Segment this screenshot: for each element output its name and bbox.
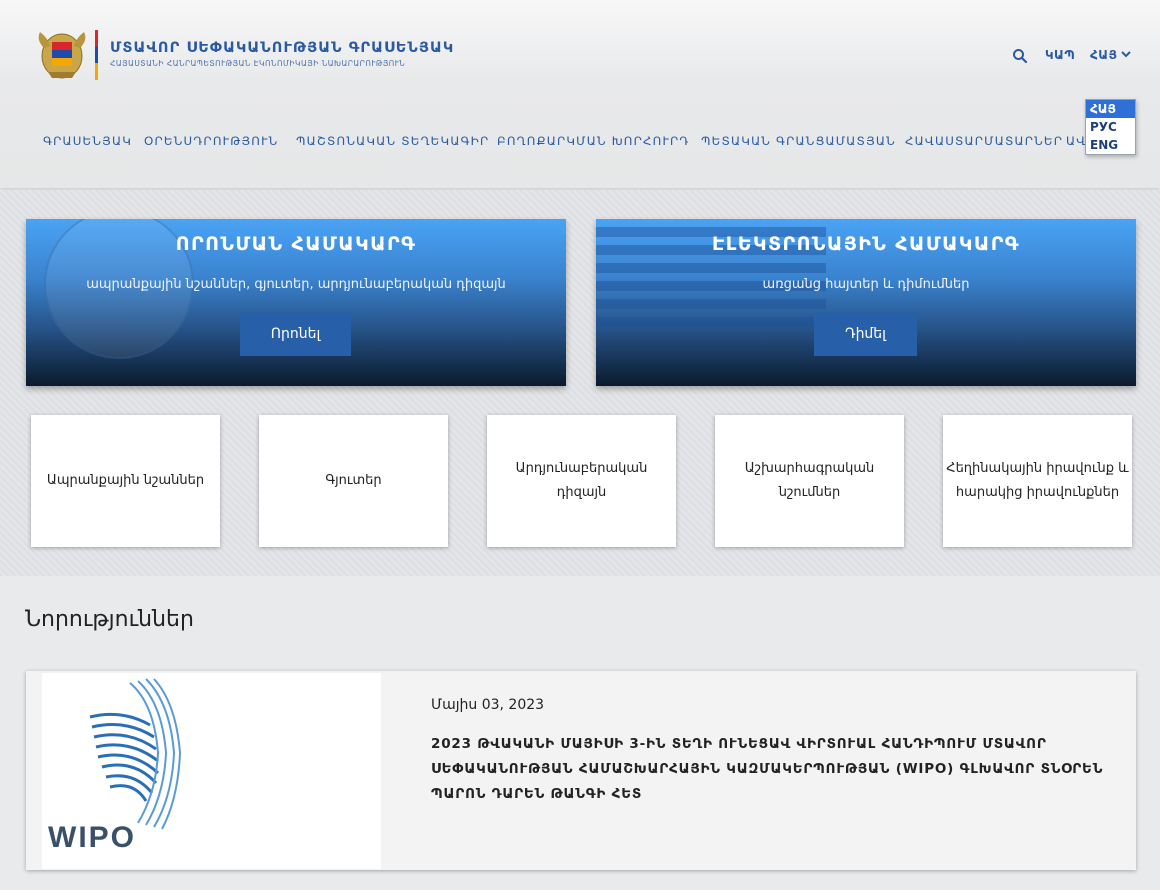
- search-system-banner: ՈՐՈՆՄԱՆ ՀԱՄԱԿԱՐԳ ապրանքային նշաններ, գյո…: [26, 219, 566, 386]
- promo-title: ՈՐՈՆՄԱՆ ՀԱՄԱԿԱՐԳ: [175, 233, 417, 255]
- nav-item-official-bulletin[interactable]: ՊԱՇՏՈՆԱԿԱՆ ՏԵՂԵԿԱԳԻՐ: [296, 134, 489, 148]
- card-trademarks[interactable]: Ապրանքային նշաններ: [31, 415, 220, 547]
- contact-link[interactable]: ԿԱՊ: [1045, 48, 1075, 62]
- language-dropdown: ՀԱՅ РУС ENG: [1085, 99, 1136, 155]
- promo-title: ԷԼԵԿՏՐՈՆԱՅԻՆ ՀԱՄԱԿԱՐԳ: [711, 233, 1021, 255]
- lang-option-hy[interactable]: ՀԱՅ: [1086, 100, 1135, 118]
- card-geographical-indications[interactable]: Աշխարհագրական նշումներ: [715, 415, 904, 547]
- wipo-logo-text: WIPO: [48, 821, 136, 854]
- coat-of-arms-logo[interactable]: [34, 28, 90, 82]
- nav-item-state-register[interactable]: ՊԵՏԱԿԱՆ ԳՐԱՆՑԱՄԱՏՅԱՆ: [701, 134, 896, 148]
- search-button[interactable]: Որոնել: [240, 313, 351, 356]
- lang-option-ru[interactable]: РУС: [1086, 118, 1135, 136]
- apply-button[interactable]: Դիմել: [814, 313, 917, 356]
- chevron-down-icon[interactable]: [1121, 50, 1131, 58]
- promo-subtitle: ապրանքային նշաններ, գյուտեր, արդյունաբեր…: [86, 277, 506, 292]
- main-nav: ԳՐԱՍԵՆՅԱԿ ՕՐԵՆՍԴՐՈՒԹՅՈՒՆ ՊԱՇՏՈՆԱԿԱՆ ՏԵՂԵ…: [0, 134, 1160, 156]
- nav-item-attorneys[interactable]: ՀԱՎԱՍՏԱՐՄԱՏԱՐՆԵՐ: [905, 134, 1063, 148]
- card-inventions[interactable]: Գյուտեր: [259, 415, 448, 547]
- card-industrial-design[interactable]: Արդյունաբերական դիզայն: [487, 415, 676, 547]
- wipo-logo: WIPO: [48, 678, 182, 854]
- language-selector[interactable]: ՀԱՅ: [1090, 48, 1117, 62]
- nav-item-more[interactable]: ԱՎ: [1066, 134, 1086, 148]
- org-subtitle: ՀԱՅԱՍՏԱՆԻ ՀԱՆՐԱՊԵՏՈՒԹՅԱՆ ԷԿՈՆՈՄԻԿԱՅԻ ՆԱԽ…: [110, 59, 406, 68]
- nav-item-legislation[interactable]: ՕՐԵՆՍԴՐՈՒԹՅՈՒՆ: [144, 134, 279, 148]
- org-title[interactable]: ՄՏԱՎՈՐ ՍԵՓԱԿԱՆՈՒԹՅԱՆ ԳՐԱՍԵՆՅԱԿ: [110, 40, 454, 56]
- card-copyright[interactable]: Հեղինակային իրավունք և հարակից իրավունքն…: [943, 415, 1132, 547]
- nav-item-appeals-board[interactable]: ԲՈՂՈՔԱՐԿՄԱՆ ԽՈՐՀՈՒՐԴ: [497, 134, 690, 148]
- electronic-system-banner: ԷԼԵԿՏՐՈՆԱՅԻՆ ՀԱՄԱԿԱՐԳ առցանց հայտեր և դի…: [596, 219, 1136, 386]
- news-heading: Նորություններ: [25, 607, 194, 632]
- flag-bar: [95, 30, 98, 80]
- site-header: ՄՏԱՎՈՐ ՍԵՓԱԿԱՆՈՒԹՅԱՆ ԳՐԱՍԵՆՅԱԿ ՀԱՅԱՍՏԱՆԻ…: [0, 0, 1160, 188]
- news-title[interactable]: 2023 ԹՎԱԿԱՆԻ ՄԱՅԻՍԻ 3-ԻՆ ՏԵՂԻ ՈՒՆԵՑԱՎ ՎԻ…: [431, 732, 1111, 807]
- news-image: WIPO: [42, 673, 381, 869]
- search-icon[interactable]: [1012, 48, 1028, 64]
- nav-item-office[interactable]: ԳՐԱՍԵՆՅԱԿ: [43, 134, 132, 148]
- news-item[interactable]: WIPO Մայիս 03, 2023 2023 ԹՎԱԿԱՆԻ ՄԱՅԻՍԻ …: [26, 671, 1136, 870]
- news-date: Մայիս 03, 2023: [431, 697, 545, 713]
- promo-subtitle: առցանց հայտեր և դիմումներ: [762, 277, 970, 292]
- lang-option-en[interactable]: ENG: [1086, 136, 1135, 154]
